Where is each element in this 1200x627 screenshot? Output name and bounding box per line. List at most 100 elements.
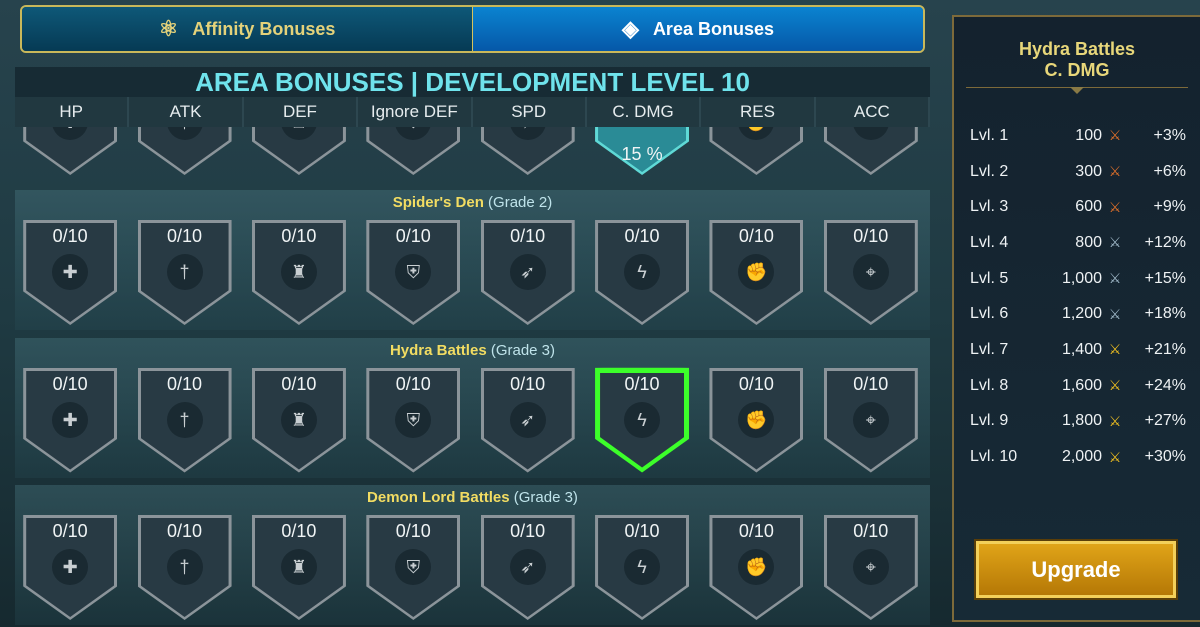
tab-label: Area Bonuses: [652, 18, 774, 39]
area-icon: ◈: [622, 16, 639, 41]
bonus-badge[interactable]: 0/10 ✊: [709, 367, 804, 473]
hp-icon: ✚: [52, 401, 89, 438]
badge-count: 0/10: [624, 373, 660, 394]
level-cost: 1,400: [1061, 340, 1102, 358]
bonus-badge[interactable]: ⛨: [366, 127, 461, 175]
gold-medal-icon: ⚔: [1108, 377, 1122, 394]
level-label: Lvl. 2: [970, 162, 1009, 180]
badge-count: 0/10: [395, 226, 431, 246]
bonus-badge[interactable]: ✚: [23, 127, 118, 175]
bonus-badge[interactable]: 0/10 †: [137, 220, 232, 325]
column-header-2: DEF: [244, 97, 359, 127]
spd-icon: ➶: [509, 549, 546, 585]
level-row: Lvl. 4 800 ⚔ +12%: [954, 225, 1200, 261]
badge-count: 0/10: [281, 521, 317, 541]
level-label: Lvl. 5: [970, 269, 1009, 287]
silver-medal-icon: ⚔: [1108, 270, 1122, 287]
bonus-badge[interactable]: 0/10 ⛨: [366, 515, 461, 620]
level-cost: 600: [1075, 198, 1102, 216]
column-header-0: HP: [15, 97, 130, 127]
column-headers: HP ATK DEF Ignore DEF SPD C. DMG RES ACC: [15, 97, 930, 127]
acc-icon: ⌖: [852, 549, 889, 585]
gold-medal-icon: ⚔: [1108, 341, 1122, 358]
level-cost: 1,800: [1061, 412, 1102, 430]
badge-count: 0/10: [853, 521, 889, 541]
badge-count: 0/10: [853, 226, 889, 246]
def-icon: ♜: [280, 549, 317, 585]
level-cost: 800: [1075, 233, 1102, 251]
spd-icon: ➶: [509, 254, 546, 290]
active-bonus-value: 15 %: [621, 144, 663, 164]
level-label: Lvl. 3: [970, 198, 1009, 216]
upgrade-button[interactable]: Upgrade: [976, 541, 1176, 598]
section-title: Spider's Den (Grade 2): [15, 194, 930, 211]
column-header-5: C. DMG: [587, 97, 702, 127]
bonus-badge[interactable]: 0/10 ➶: [480, 367, 575, 473]
level-cost: 1,600: [1061, 376, 1102, 394]
bonus-badge[interactable]: ♜: [251, 127, 346, 175]
level-label: Lvl. 7: [970, 340, 1009, 358]
level-label: Lvl. 6: [970, 305, 1009, 323]
badge-count: 0/10: [395, 521, 431, 541]
gold-medal-icon: ⚔: [1108, 448, 1122, 465]
bonus-badge[interactable]: 0/10 ⛨: [366, 220, 461, 325]
bonus-badge[interactable]: 0/10 ϟ: [595, 367, 690, 473]
bonus-badge[interactable]: ✊: [709, 127, 804, 175]
bonus-badge[interactable]: 0/10 ♜: [251, 367, 346, 473]
bonus-badge[interactable]: 0/10 ⌖: [823, 367, 918, 473]
badge-count: 0/10: [281, 373, 317, 394]
badge-count: 0/10: [52, 226, 88, 246]
bonus-grid: ✚†♜⛨➶ϟ15 %✊⌖Spider's Den (Grade 2)0/10✚0…: [15, 127, 930, 627]
section-name: Demon Lord Battles: [367, 489, 510, 506]
hp-icon: ✚: [52, 549, 89, 585]
atk-icon: †: [166, 401, 203, 438]
bonus-badge[interactable]: 0/10 ⛨: [366, 367, 461, 473]
bonus-badge[interactable]: 0/10 ♜: [251, 515, 346, 620]
level-row: Lvl. 3 600 ⚔ +9%: [954, 189, 1200, 225]
level-label: Lvl. 1: [970, 126, 1009, 144]
tab-affinity-bonuses[interactable]: ⚛ Affinity Bonuses: [22, 7, 473, 51]
tab-area-bonuses[interactable]: ◈ Area Bonuses: [473, 7, 923, 51]
bonus-badge[interactable]: 0/10 ✊: [709, 515, 804, 620]
bonus-badge[interactable]: 0/10 ⌖: [823, 220, 918, 325]
badge-count: 0/10: [738, 226, 774, 246]
bonus-badge[interactable]: 0/10 ϟ: [595, 515, 690, 620]
affinity-icon: ⚛: [158, 16, 179, 41]
bonus-badge[interactable]: 0/10 ✚: [23, 220, 118, 325]
acc-icon: ⌖: [852, 401, 889, 438]
bonus-badge[interactable]: ⌖: [823, 127, 918, 175]
bonus-badge[interactable]: 0/10 †: [137, 367, 232, 473]
res-icon: ✊: [738, 401, 775, 438]
bonus-badge[interactable]: 0/10 ϟ: [595, 220, 690, 325]
bonus-badge[interactable]: 0/10 ➶: [480, 220, 575, 325]
tab-bar: ⚛ Affinity Bonuses ◈ Area Bonuses: [20, 5, 925, 53]
level-row: Lvl. 1 100 ⚔ +3%: [954, 118, 1200, 154]
silver-medal-icon: ⚔: [1108, 305, 1122, 322]
bonus-badge[interactable]: 0/10 ➶: [480, 515, 575, 620]
bronze-medal-icon: ⚔: [1108, 127, 1122, 144]
column-header-1: ATK: [129, 97, 244, 127]
badge-count: 0/10: [624, 521, 660, 541]
bonus-badge[interactable]: 0/10 †: [137, 515, 232, 620]
def-icon: ♜: [280, 401, 317, 438]
bonus-badge[interactable]: 0/10 ✚: [23, 367, 118, 473]
level-row: Lvl. 5 1,000 ⚔ +15%: [954, 261, 1200, 297]
level-bonus: +30%: [1144, 448, 1186, 466]
bonus-badge[interactable]: 0/10 ⌖: [823, 515, 918, 620]
level-bonus: +3%: [1153, 126, 1186, 144]
bonus-badge[interactable]: †: [137, 127, 232, 175]
badge-count: 0/10: [281, 226, 317, 246]
def-icon: ♜: [280, 254, 317, 290]
bonus-badge[interactable]: ➶: [480, 127, 575, 175]
level-cost: 300: [1075, 162, 1102, 180]
badge-count: 0/10: [167, 373, 203, 394]
bonus-badge[interactable]: 0/10 ✚: [23, 515, 118, 620]
column-header-4: SPD: [473, 97, 587, 127]
spd-icon: ➶: [509, 401, 546, 438]
section-grade: (Grade 2): [488, 194, 553, 211]
bonus-badge[interactable]: 0/10 ♜: [251, 220, 346, 325]
level-label: Lvl. 8: [970, 376, 1009, 394]
cdmg-icon: ϟ: [624, 401, 661, 438]
atk-icon: †: [166, 254, 203, 290]
bonus-badge[interactable]: 0/10 ✊: [709, 220, 804, 325]
